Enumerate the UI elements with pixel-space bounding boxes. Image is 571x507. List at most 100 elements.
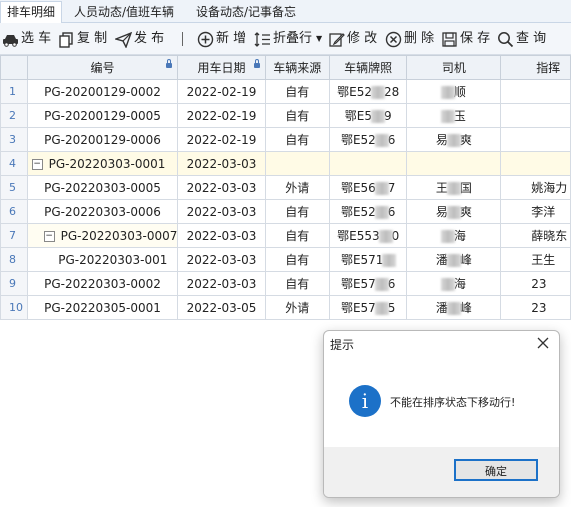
table-row[interactable]: 6 PG-20220303-0006 2022-03-03 自有 鄂E52 6 易爽 李洋 [0, 199, 571, 224]
commander-cell[interactable]: 薛晓东 [500, 223, 571, 248]
plate-cell[interactable]: 鄂E56 7 [328, 175, 408, 200]
plate-cell[interactable]: 鄂E57 5 [328, 295, 408, 320]
commander-cell[interactable]: 23 [500, 295, 571, 320]
publish-button[interactable]: 发 布 [115, 28, 164, 50]
code-cell[interactable]: PG-20220303-0005 [26, 175, 179, 200]
column-header-date[interactable]: 用车日期 [177, 55, 266, 80]
date-cell[interactable]: 2022-03-05 [177, 295, 266, 320]
driver-cell[interactable]: 海 [406, 223, 502, 248]
collapse-toggle-icon[interactable]: − [43, 230, 55, 242]
date-cell[interactable]: 2022-03-03 [177, 199, 266, 224]
driver-cell[interactable] [406, 151, 502, 176]
row-number-cell[interactable]: 9 [0, 271, 28, 296]
save-button[interactable]: 保 存 [441, 28, 490, 50]
column-header-commander[interactable]: 指挥 [500, 55, 571, 80]
commander-cell[interactable] [500, 79, 571, 104]
code-cell[interactable]: PG-20200129-0005 [26, 103, 179, 128]
commander-cell[interactable] [500, 127, 571, 152]
date-cell[interactable]: 2022-03-03 [177, 271, 266, 296]
close-icon[interactable] [535, 335, 551, 351]
add-button[interactable]: 新 增 [197, 28, 246, 50]
date-cell[interactable]: 2022-03-03 [177, 151, 266, 176]
commander-cell[interactable]: 李洋 [500, 199, 571, 224]
plate-cell[interactable]: 鄂E553 0 [328, 223, 408, 248]
row-number-cell[interactable]: 4 [0, 151, 28, 176]
code-cell[interactable]: − PG-20220303-0001 [26, 151, 179, 176]
driver-cell[interactable]: 顺 [406, 79, 502, 104]
date-cell[interactable]: 2022-03-03 [177, 247, 266, 272]
date-cell[interactable]: 2022-02-19 [177, 127, 266, 152]
plate-cell[interactable]: 鄂E52 6 [328, 127, 408, 152]
row-number-cell[interactable]: 5 [0, 175, 28, 200]
table-row[interactable]: 9 PG-20220303-0002 2022-03-03 自有 鄂E57 6 海 23 [0, 271, 571, 296]
source-cell[interactable]: 外请 [264, 295, 330, 320]
plate-cell[interactable]: 鄂E52 6 [328, 199, 408, 224]
driver-cell[interactable]: 潘峰 [406, 295, 502, 320]
source-cell[interactable]: 自有 [264, 103, 330, 128]
tab-personnel[interactable]: 人员动态/值班车辆 [68, 2, 180, 22]
source-cell[interactable] [264, 151, 330, 176]
table-row[interactable]: 10 PG-20220305-0001 2022-03-05 外请 鄂E57 5 潘峰 23 [0, 295, 571, 320]
code-cell[interactable]: PG-20220303-0006 [26, 199, 179, 224]
driver-cell[interactable]: 易爽 [406, 199, 502, 224]
plate-cell[interactable]: 鄂E571 [328, 247, 408, 272]
code-cell[interactable]: PG-20200129-0002 [26, 79, 179, 104]
commander-cell[interactable] [500, 103, 571, 128]
date-cell[interactable]: 2022-03-03 [177, 223, 266, 248]
delete-button[interactable]: 删 除 [385, 28, 434, 50]
code-cell[interactable]: PG-20220303-001 [26, 247, 179, 272]
commander-cell[interactable] [500, 151, 571, 176]
plate-cell[interactable] [328, 151, 408, 176]
code-cell[interactable]: PG-20220303-0002 [26, 271, 179, 296]
collapse-toggle-icon[interactable]: − [31, 158, 43, 170]
copy-button[interactable]: 复 制 [58, 28, 107, 50]
date-cell[interactable]: 2022-02-19 [177, 103, 266, 128]
row-number-cell[interactable]: 8 [0, 247, 28, 272]
column-header-code[interactable]: 编号 [26, 55, 179, 80]
fold-rows-button[interactable]: 折叠行 ▼ [254, 28, 322, 50]
row-number-cell[interactable]: 6 [0, 199, 28, 224]
row-number-cell[interactable]: 7 [0, 223, 28, 248]
source-cell[interactable]: 自有 [264, 199, 330, 224]
commander-cell[interactable]: 23 [500, 271, 571, 296]
row-number-cell[interactable]: 3 [0, 127, 28, 152]
tab-equipment[interactable]: 设备动态/记事备忘 [190, 2, 302, 22]
driver-cell[interactable]: 玉 [406, 103, 502, 128]
table-row[interactable]: 8 PG-20220303-001 2022-03-03 自有 鄂E571 潘峰 王生 [0, 247, 571, 272]
table-row[interactable]: 1 PG-20200129-0002 2022-02-19 自有 鄂E52 28 顺 [0, 79, 571, 104]
driver-cell[interactable]: 王国 [406, 175, 502, 200]
query-button[interactable]: 查 询 [497, 28, 546, 50]
row-number-cell[interactable]: 2 [0, 103, 28, 128]
edit-button[interactable]: 修 改 [328, 28, 377, 50]
code-cell[interactable]: PG-20220305-0001 [26, 295, 179, 320]
plate-cell[interactable]: 鄂E52 28 [328, 79, 408, 104]
column-header-plate[interactable]: 车辆牌照 [328, 55, 408, 80]
table-row[interactable]: 5 PG-20220303-0005 2022-03-03 外请 鄂E56 7 王国 姚海力 [0, 175, 571, 200]
commander-cell[interactable]: 王生 [500, 247, 571, 272]
date-cell[interactable]: 2022-02-19 [177, 79, 266, 104]
date-cell[interactable]: 2022-03-03 [177, 175, 266, 200]
source-cell[interactable]: 自有 [264, 79, 330, 104]
plate-cell[interactable]: 鄂E57 6 [328, 271, 408, 296]
tab-dispatch-detail[interactable]: 排车明细 [0, 1, 63, 24]
driver-cell[interactable]: 易爽 [406, 127, 502, 152]
driver-cell[interactable]: 海 [406, 271, 502, 296]
table-row[interactable]: 4 − PG-20220303-0001 2022-03-03 [0, 151, 571, 176]
source-cell[interactable]: 外请 [264, 175, 330, 200]
table-row[interactable]: 2 PG-20200129-0005 2022-02-19 自有 鄂E5 9 玉 [0, 103, 571, 128]
column-header-source[interactable]: 车辆来源 [264, 55, 330, 80]
code-cell[interactable]: − PG-20220303-0007 [26, 223, 179, 248]
commander-cell[interactable]: 姚海力 [500, 175, 571, 200]
plate-cell[interactable]: 鄂E5 9 [328, 103, 408, 128]
column-header-driver[interactable]: 司机 [406, 55, 502, 80]
row-number-cell[interactable]: 1 [0, 79, 28, 104]
select-car-button[interactable]: 选 车 [2, 28, 51, 50]
ok-button[interactable]: 确定 [454, 459, 538, 481]
driver-cell[interactable]: 潘峰 [406, 247, 502, 272]
table-row[interactable]: 3 PG-20200129-0006 2022-02-19 自有 鄂E52 6 易爽 [0, 127, 571, 152]
row-number-cell[interactable]: 10 [0, 295, 28, 320]
source-cell[interactable]: 自有 [264, 223, 330, 248]
table-row[interactable]: 7 − PG-20220303-0007 2022-03-03 自有 鄂E553 0 海 薛晓东 [0, 223, 571, 248]
source-cell[interactable]: 自有 [264, 247, 330, 272]
source-cell[interactable]: 自有 [264, 127, 330, 152]
